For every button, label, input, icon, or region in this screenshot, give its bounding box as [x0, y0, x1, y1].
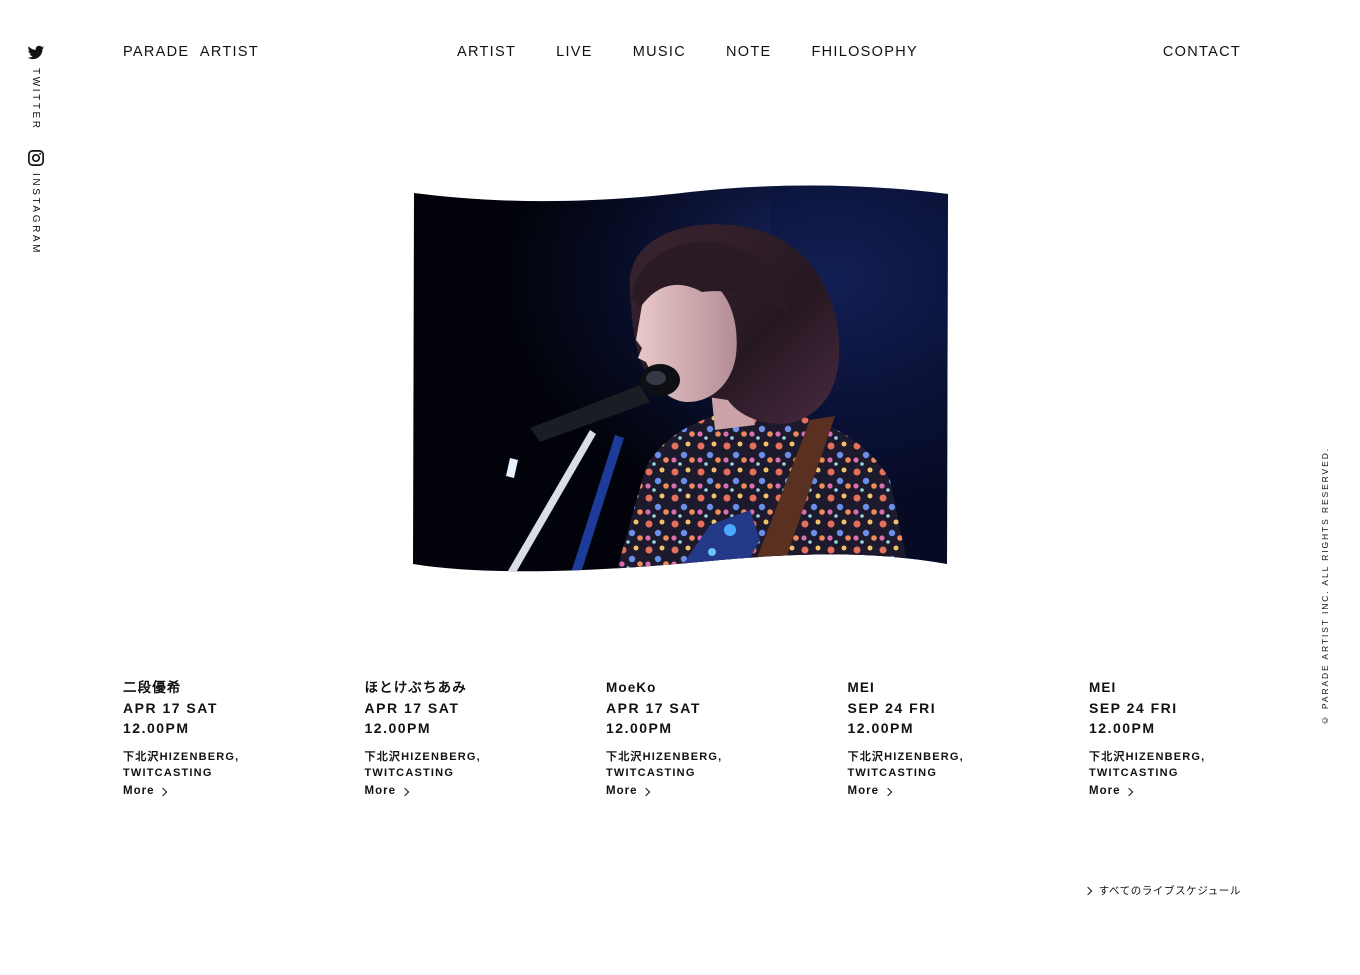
live-more-label: More [1089, 785, 1121, 797]
chevron-right-icon [1083, 886, 1092, 895]
live-date: SEP 24 FRI [1089, 700, 1178, 716]
main-nav: ARTIST LIVE MUSIC NOTE FHILOSOPHY [457, 44, 958, 60]
all-live-schedule-label: すべてのライブスケジュール [1098, 885, 1241, 897]
chevron-right-icon [883, 787, 893, 796]
live-more-link[interactable]: More [1089, 783, 1134, 799]
live-more-label: More [847, 785, 879, 797]
live-item: 二段優希 APR 17 SAT 12.00PM 下北沢HIZENBERG, TW… [123, 678, 365, 799]
instagram-label: INSTAGRAM [30, 172, 41, 255]
chevron-right-icon [1125, 787, 1134, 796]
live-venue: 下北沢HIZENBERG, TWITCASTING [365, 749, 607, 781]
live-artist: ほとけぶちあみ [364, 680, 467, 695]
all-live-schedule-link[interactable]: すべてのライブスケジュール [1083, 883, 1241, 898]
live-more-label: More [606, 785, 638, 797]
chevron-right-icon [159, 787, 168, 796]
live-date: APR 17 SAT [123, 700, 218, 716]
live-venue-line1: 下北沢HIZENBERG, [123, 751, 240, 763]
live-more-label: More [123, 785, 155, 797]
twitter-label: TWITTER [30, 68, 41, 131]
live-date: SEP 24 FRI [847, 700, 937, 716]
live-venue-line2: TWITCASTING [606, 767, 696, 779]
nav-item-live[interactable]: LIVE [556, 44, 593, 60]
live-more-label: More [364, 785, 396, 797]
live-venue-line1: 下北沢HIZENBERG, [1089, 751, 1206, 763]
live-date: APR 17 SAT [606, 700, 701, 716]
chevron-right-icon [400, 787, 410, 796]
live-time: 12.00PM [364, 720, 432, 736]
nav-item-artist[interactable]: ARTIST [457, 44, 516, 60]
twitter-bird-icon [27, 45, 45, 60]
twitter-link[interactable]: TWITTER [25, 44, 47, 131]
live-venue-line2: TWITCASTING [847, 767, 938, 779]
live-time: 12.00PM [1089, 720, 1156, 736]
live-item: MEI SEP 24 FRI 12.00PM 下北沢HIZENBERG, TWI… [1089, 678, 1331, 799]
live-venue: 下北沢HIZENBERG, TWITCASTING [606, 749, 848, 781]
live-venue: 下北沢HIZENBERG, TWITCASTING [1089, 749, 1331, 781]
live-more-link[interactable]: More [123, 783, 168, 799]
nav-item-note[interactable]: NOTE [726, 44, 771, 60]
social-links: TWITTER INSTAGRAM [25, 44, 47, 255]
live-venue-line1: 下北沢HIZENBERG, [606, 751, 723, 763]
live-schedule-list: 二段優希 APR 17 SAT 12.00PM 下北沢HIZENBERG, TW… [123, 678, 1243, 799]
live-more-link[interactable]: More [364, 783, 410, 799]
live-time: 12.00PM [847, 720, 915, 736]
live-venue-line2: TWITCASTING [364, 767, 455, 779]
live-venue-line1: 下北沢HIZENBERG, [364, 751, 481, 763]
nav-item-philosophy[interactable]: FHILOSOPHY [811, 44, 917, 60]
nav-item-music[interactable]: MUSIC [633, 44, 686, 60]
live-time: 12.00PM [123, 720, 190, 736]
live-item: MoeKo APR 17 SAT 12.00PM 下北沢HIZENBERG, T… [606, 678, 848, 799]
live-venue-line1: 下北沢HIZENBERG, [847, 751, 964, 763]
instagram-camera-icon [28, 149, 44, 166]
live-more-link[interactable]: More [847, 783, 893, 799]
instagram-link[interactable]: INSTAGRAM [25, 149, 47, 255]
live-venue: 下北沢HIZENBERG, TWITCASTING [848, 749, 1090, 781]
live-item: MEI SEP 24 FRI 12.00PM 下北沢HIZENBERG, TWI… [848, 678, 1090, 799]
live-artist: MoeKo [606, 680, 657, 695]
live-time: 12.00PM [606, 720, 673, 736]
live-item: ほとけぶちあみ APR 17 SAT 12.00PM 下北沢HIZENBERG,… [365, 678, 607, 799]
hero-photo [413, 185, 948, 572]
live-date: APR 17 SAT [364, 700, 460, 716]
live-venue: 下北沢HIZENBERG, TWITCASTING [123, 749, 365, 781]
hero-image [410, 180, 950, 576]
live-artist: MEI [1089, 680, 1117, 695]
chevron-right-icon [642, 787, 651, 796]
copyright-notice: © PARADE ARTIST INC. ALL RIGHTS RESERVED… [1320, 447, 1330, 726]
live-more-link[interactable]: More [606, 783, 651, 799]
contact-link[interactable]: CONTACT [1163, 44, 1241, 60]
live-venue-line2: TWITCASTING [1089, 767, 1179, 779]
brand-logo[interactable]: PARADE ARTIST [123, 44, 259, 60]
live-artist: MEI [847, 680, 875, 695]
live-artist: 二段優希 [123, 680, 182, 695]
live-venue-line2: TWITCASTING [123, 767, 213, 779]
